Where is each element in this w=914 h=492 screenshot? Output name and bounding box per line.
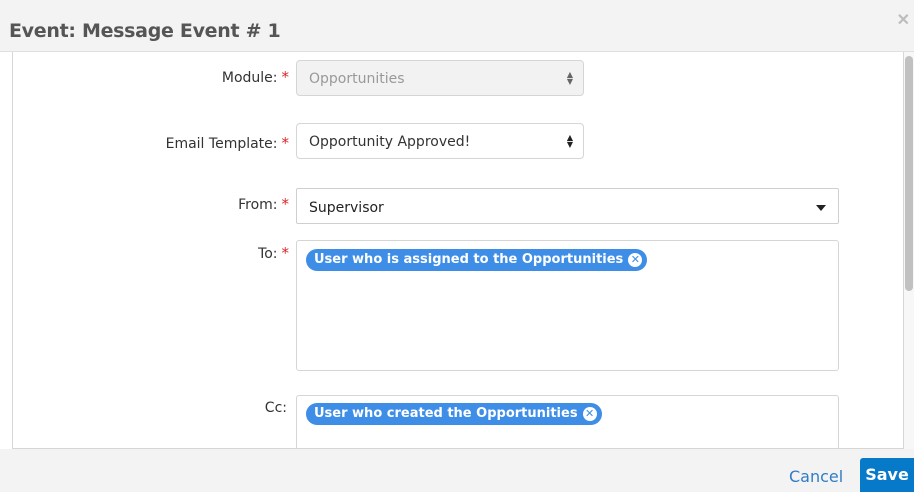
cc-recipients-field[interactable]: User who created the Opportunities ✕ — [296, 395, 839, 448]
required-mark: * — [281, 195, 290, 213]
from-select[interactable]: Supervisor — [296, 188, 839, 224]
updown-arrows-icon: ▲ ▼ — [566, 133, 573, 149]
cc-label: Cc: — [264, 400, 287, 416]
dialog-title: Event: Message Event # 1 — [9, 20, 281, 42]
required-mark: * — [281, 244, 290, 262]
from-label: From: * — [238, 195, 289, 213]
save-button[interactable]: Save — [860, 458, 914, 492]
required-mark: * — [281, 134, 290, 152]
to-label: To: * — [258, 244, 289, 262]
dialog-header: Event: Message Event # 1 ✕ — [0, 0, 914, 52]
module-value: Opportunities — [309, 71, 405, 87]
updown-arrows-icon: ▲ ▼ — [566, 70, 573, 86]
scrollbar-track[interactable] — [904, 52, 914, 449]
remove-tag-icon[interactable]: ✕ — [582, 407, 597, 421]
module-select: Opportunities ▲ ▼ — [296, 60, 584, 96]
dialog-footer: Cancel Save — [0, 449, 914, 492]
recipient-tag: User who is assigned to the Opportunitie… — [306, 249, 648, 271]
email-template-value: Opportunity Approved! — [309, 134, 471, 150]
cancel-button[interactable]: Cancel — [789, 467, 843, 486]
from-value: Supervisor — [309, 200, 384, 216]
dialog-body: Module: * Opportunities ▲ ▼ Email Template… — [12, 52, 904, 449]
chevron-down-icon — [816, 205, 826, 211]
remove-tag-icon[interactable]: ✕ — [628, 253, 643, 267]
scrollbar-thumb[interactable] — [905, 56, 913, 291]
module-label: Module: * — [221, 68, 290, 86]
email-template-select[interactable]: Opportunity Approved! ▲ ▼ — [296, 123, 584, 159]
recipient-tag: User who created the Opportunities ✕ — [306, 403, 602, 425]
email-template-label: Email Template: * — [165, 134, 290, 152]
required-mark: * — [281, 68, 290, 86]
to-recipients-field[interactable]: User who is assigned to the Opportunitie… — [296, 240, 839, 371]
close-icon[interactable]: ✕ — [897, 10, 910, 30]
